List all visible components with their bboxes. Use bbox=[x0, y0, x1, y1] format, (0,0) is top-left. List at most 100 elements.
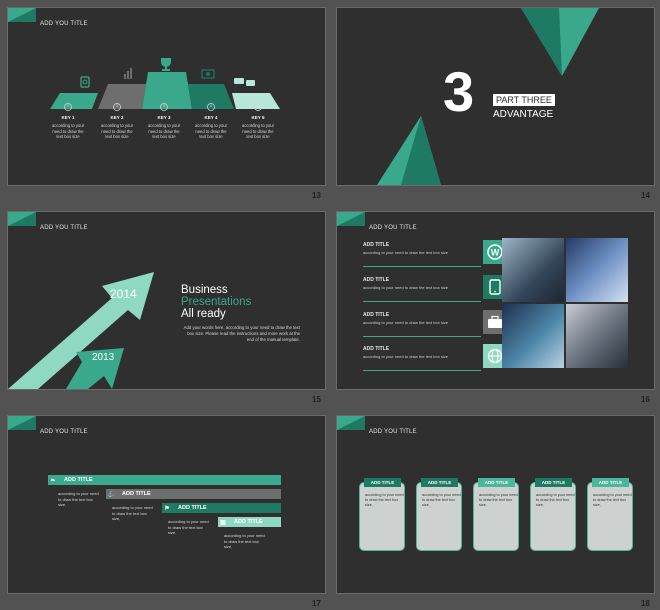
divider bbox=[363, 301, 481, 302]
card-label: ADD TITLE bbox=[478, 478, 515, 487]
card: ADD TITLE according to your need to draw… bbox=[473, 478, 519, 551]
item-text: according to your need to draw the text … bbox=[363, 250, 448, 255]
bar-desc: according to your need to draw the text … bbox=[224, 533, 265, 549]
key-number: 1 bbox=[66, 103, 70, 108]
photo-keyboard bbox=[566, 304, 628, 368]
page-number: 15 bbox=[312, 395, 321, 404]
title-corner-shape bbox=[337, 212, 365, 226]
key-text: according to your need to draw the text … bbox=[51, 123, 85, 139]
bar-desc: according to your need to draw the text … bbox=[112, 505, 153, 521]
title-bar-2: ⚓ ADD TITLE bbox=[106, 489, 281, 499]
headline-line-3: All ready bbox=[181, 308, 226, 320]
key-label: KEY 1 bbox=[61, 115, 75, 120]
slide-14[interactable]: 3 PART THREE ADVANTAGE bbox=[336, 7, 655, 186]
money-icon bbox=[201, 69, 215, 79]
key-text: according to your need to draw the text … bbox=[100, 123, 134, 139]
slide-title: ADD YOU TITLE bbox=[369, 429, 417, 435]
title-bar-4: ▦ ADD TITLE bbox=[218, 517, 281, 527]
section-number: 3 bbox=[443, 60, 475, 123]
bar-chart-icon bbox=[124, 68, 132, 79]
bar-label: ADD TITLE bbox=[178, 505, 207, 511]
card-text: according to your need to draw the text … bbox=[365, 493, 404, 507]
leaf-icon: ❧ bbox=[50, 477, 56, 484]
business-photo-collage bbox=[502, 238, 630, 368]
page-number: 17 bbox=[312, 599, 321, 608]
slide-17[interactable]: ADD YOU TITLE ❧ ADD TITLE according to yo… bbox=[7, 415, 326, 594]
divider bbox=[363, 266, 481, 267]
key-text: according to your need to draw the text … bbox=[194, 123, 228, 139]
headline-line-2: Presentations bbox=[181, 296, 252, 308]
slide-13[interactable]: ADD YOU TITLE 1 KEY 1 according to your ne… bbox=[7, 7, 326, 186]
card-text: according to your need to draw the text … bbox=[593, 493, 632, 507]
key-label: KEY 3 bbox=[157, 115, 171, 120]
slide-18[interactable]: ADD YOU TITLE ADD TITLE according to you… bbox=[336, 415, 655, 594]
card: ADD TITLE according to your need to draw… bbox=[530, 478, 576, 551]
advantage-label: ADVANTAGE bbox=[493, 109, 554, 120]
bar-desc: according to your need to draw the text … bbox=[58, 491, 99, 507]
keys-trapezoid-row bbox=[50, 58, 280, 111]
list-item: ADD TITLE according to your need to draw… bbox=[363, 275, 507, 302]
slide-15[interactable]: ADD YOU TITLE 2014 2013 Business Present… bbox=[7, 211, 326, 390]
growth-arrows bbox=[8, 272, 154, 389]
trophy-icon bbox=[161, 58, 171, 71]
building-icon: ▦ bbox=[220, 519, 226, 526]
divider bbox=[363, 336, 481, 337]
card: ADD TITLE according to your need to draw… bbox=[359, 478, 405, 551]
anchor-icon: ⚓ bbox=[107, 491, 115, 498]
year-2013: 2013 bbox=[92, 352, 115, 363]
list-item: ADD TITLE according to your need to draw… bbox=[363, 240, 507, 267]
card-text: according to your need to draw the text … bbox=[479, 493, 518, 507]
title-corner-shape bbox=[337, 416, 365, 430]
key-number: 3 bbox=[162, 103, 166, 108]
item-text: according to your need to draw the text … bbox=[363, 285, 448, 290]
photo-tablet bbox=[502, 304, 564, 368]
card-label: ADD TITLE bbox=[421, 478, 458, 487]
key-label: KEY 4 bbox=[204, 115, 218, 120]
year-2014: 2014 bbox=[110, 287, 137, 301]
card-text: according to your need to draw the text … bbox=[536, 493, 575, 507]
key-label: KEY 2 bbox=[110, 115, 124, 120]
page-number: 16 bbox=[641, 395, 650, 404]
page-number: 18 bbox=[641, 599, 650, 608]
key-text: according to your need to draw the text … bbox=[241, 123, 275, 139]
card-label: ADD TITLE bbox=[535, 478, 572, 487]
headline: Business Presentations All ready bbox=[181, 284, 251, 320]
signpost-icon: ⚑ bbox=[164, 505, 170, 512]
card-label: ADD TITLE bbox=[364, 478, 401, 487]
divider bbox=[363, 370, 481, 371]
slide-title: ADD YOU TITLE bbox=[40, 429, 88, 435]
list-item: ADD TITLE according to your need to draw… bbox=[363, 310, 507, 337]
photo-touchscreen bbox=[566, 238, 628, 302]
slide-16[interactable]: ADD YOU TITLE ADD TITLE according to you… bbox=[336, 211, 655, 390]
item-text: according to your need to draw the text … bbox=[363, 320, 448, 325]
title-bar-3: ⚑ ADD TITLE bbox=[162, 503, 281, 513]
item-text: according to your need to draw the text … bbox=[363, 354, 448, 359]
part-label: PART THREE bbox=[493, 94, 555, 106]
card: ADD TITLE according to your need to draw… bbox=[587, 478, 633, 551]
key-label: KEY 5 bbox=[251, 115, 265, 120]
page-number: 13 bbox=[312, 191, 321, 200]
search-doc-icon bbox=[80, 76, 90, 88]
photo-handshake bbox=[502, 238, 564, 302]
body-text: Add your words here, according to your n… bbox=[183, 325, 300, 342]
page-number: 14 bbox=[641, 191, 650, 200]
key-text: according to your need to draw the text … bbox=[147, 123, 181, 139]
svg-text:W: W bbox=[491, 248, 500, 258]
bar-label: ADD TITLE bbox=[64, 477, 93, 483]
list-item: ADD TITLE according to your need to draw… bbox=[363, 344, 507, 371]
card-text: according to your need to draw the text … bbox=[422, 493, 461, 507]
headline-line-1: Business bbox=[181, 284, 228, 296]
key-number: 5 bbox=[256, 103, 260, 108]
item-title: ADD TITLE bbox=[363, 277, 390, 283]
bar-label: ADD TITLE bbox=[234, 519, 263, 525]
item-title: ADD TITLE bbox=[363, 346, 390, 352]
slide-title: ADD YOU TITLE bbox=[369, 225, 417, 231]
title-bar-1: ❧ ADD TITLE bbox=[48, 475, 281, 485]
title-corner-shape bbox=[8, 416, 36, 430]
card: ADD TITLE according to your need to draw… bbox=[416, 478, 462, 551]
bar-label: ADD TITLE bbox=[122, 491, 151, 497]
chat-bubbles-icon bbox=[234, 78, 255, 86]
card-label: ADD TITLE bbox=[592, 478, 629, 487]
bar-desc: according to your need to draw the text … bbox=[168, 519, 209, 535]
key-number: 4 bbox=[209, 103, 213, 108]
